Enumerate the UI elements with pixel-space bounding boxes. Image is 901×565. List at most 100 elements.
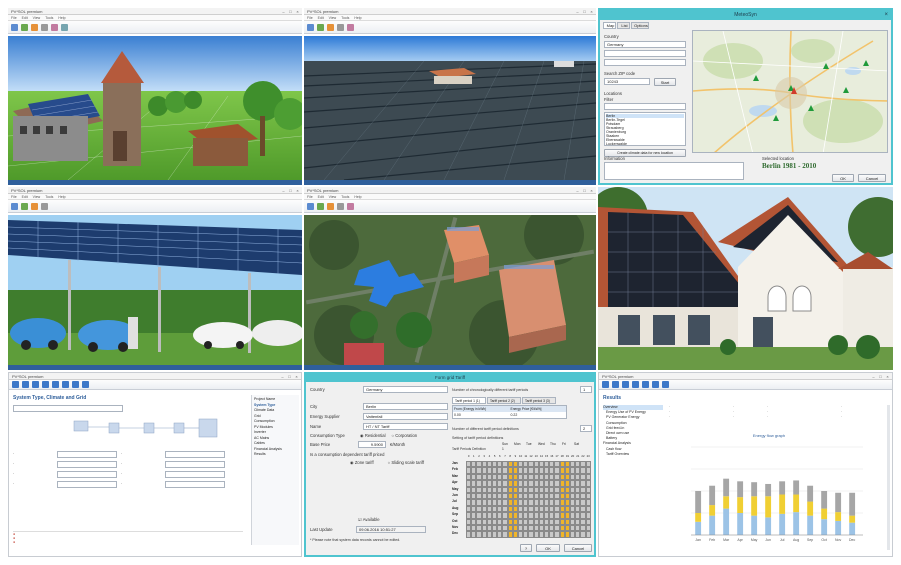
chart-bar bbox=[751, 496, 758, 516]
chart-bar bbox=[765, 483, 772, 497]
tile-system-settings: PV*SOL premium – □ × System Type, Climate a… bbox=[8, 372, 302, 557]
chart-bar bbox=[765, 517, 772, 535]
status-bar bbox=[8, 365, 302, 370]
field[interactable] bbox=[165, 451, 225, 458]
table-cell[interactable]: 0.22 bbox=[510, 412, 567, 418]
results-summary: · · · · · · · · · · · · bbox=[669, 405, 843, 419]
sliding-tariff-radio[interactable]: ○ Sliding scale tariff bbox=[388, 460, 424, 465]
chart-tick-label: Dec bbox=[849, 538, 855, 542]
available-checkbox[interactable]: ☑ Available bbox=[310, 517, 448, 522]
meteosyn-dialog: MeteoSyn × Map List Options Country Germ… bbox=[598, 8, 893, 185]
zip-input[interactable]: 10243 bbox=[604, 78, 650, 85]
3d-viewport[interactable] bbox=[8, 36, 302, 180]
locations-list[interactable]: Berlin Berlin-Tegel Potsdam Strausberg O… bbox=[604, 112, 686, 146]
corporation-radio[interactable]: ○ Corporation bbox=[392, 433, 418, 438]
sliding-tariff-label: Sliding scale tariff bbox=[391, 460, 425, 465]
dialog-titlebar: Form grid Tariff bbox=[306, 374, 594, 382]
different-periods-stepper[interactable]: 2 bbox=[580, 425, 592, 432]
tab-list[interactable]: List bbox=[617, 22, 630, 29]
table-cell[interactable]: 0.00 bbox=[453, 412, 510, 418]
close-button[interactable]: × bbox=[884, 10, 888, 20]
required-note: * Please note that system data records c… bbox=[310, 538, 401, 542]
tariff-grid[interactable]: 0 1 2 3 4 5 6 7 8 9 10 11 12 13 14 15 16 17 18 19 20 21 22 23 J… bbox=[452, 454, 592, 544]
toolbar-ribbon[interactable] bbox=[8, 200, 302, 213]
tab-strip: Map List Options bbox=[600, 20, 891, 29]
message-area: ● ● ● bbox=[13, 531, 243, 553]
system-type-select[interactable] bbox=[13, 405, 123, 412]
field[interactable] bbox=[57, 451, 117, 458]
dialog-titlebar: MeteoSyn × bbox=[600, 10, 891, 20]
tab-map[interactable]: Map bbox=[603, 22, 616, 29]
field[interactable] bbox=[165, 461, 225, 468]
information-label: Information bbox=[604, 156, 625, 161]
field[interactable] bbox=[57, 471, 117, 478]
list-item[interactable]: Luckenwalde bbox=[606, 142, 684, 145]
map-view[interactable] bbox=[692, 30, 888, 153]
toolbar-ribbon[interactable] bbox=[599, 380, 892, 390]
table-row[interactable]: 0.00 0.22 bbox=[453, 412, 566, 418]
toolbar-ribbon[interactable] bbox=[304, 21, 596, 34]
supplier-select[interactable]: Vattenfall bbox=[363, 413, 448, 420]
chart-bar bbox=[751, 515, 758, 535]
sidebar-item[interactable]: Results bbox=[254, 452, 297, 458]
name-input[interactable]: HT / NT Tariff bbox=[363, 423, 448, 430]
tab-tariff-period-1[interactable]: Tariff period 1 (1) bbox=[452, 397, 486, 404]
field[interactable] bbox=[165, 471, 225, 478]
results-scrollbar[interactable] bbox=[887, 405, 890, 550]
toolbar-ribbon[interactable] bbox=[8, 21, 302, 34]
tab-tariff-period-3[interactable]: Tariff period 3 (3) bbox=[522, 397, 556, 404]
energy-chart-svg: Jan Feb Mar Apr May Jun Jul Aug Sep Oct Nov Dec bbox=[691, 446, 863, 542]
field[interactable] bbox=[57, 461, 117, 468]
filter-label: Filter bbox=[604, 97, 614, 102]
ok-button[interactable]: OK bbox=[832, 174, 854, 182]
month-label: Aug bbox=[452, 505, 459, 510]
filter-input[interactable] bbox=[604, 103, 686, 110]
subregion-select[interactable] bbox=[604, 59, 686, 66]
3d-viewport[interactable] bbox=[8, 215, 302, 365]
field[interactable] bbox=[165, 481, 225, 488]
window-titlebar: PV*SOL premium – □ × bbox=[8, 8, 302, 15]
weekday-0: Sun bbox=[502, 442, 508, 446]
toolbar-ribbon[interactable] bbox=[304, 200, 596, 213]
window-titlebar: PV*SOL premium – □ × bbox=[304, 8, 596, 15]
chart-bar bbox=[821, 519, 828, 535]
country-select[interactable]: Germany bbox=[363, 386, 448, 393]
chart-bar bbox=[765, 496, 772, 518]
toolbar-ribbon[interactable] bbox=[9, 380, 301, 390]
base-price-input[interactable]: 9.5900 bbox=[358, 441, 386, 448]
help-button[interactable]: ? bbox=[520, 544, 532, 552]
tree-item[interactable]: Tariff Overview bbox=[603, 452, 663, 457]
city-select[interactable]: Berlin bbox=[363, 403, 448, 410]
tab-options[interactable]: Options bbox=[631, 22, 649, 29]
chart-tick-label: Jan bbox=[695, 538, 701, 542]
field[interactable] bbox=[57, 481, 117, 488]
tariff-cell[interactable] bbox=[585, 531, 591, 538]
3d-viewport[interactable] bbox=[304, 215, 596, 365]
tab-tariff-period-2[interactable]: Tariff period 2 (2) bbox=[487, 397, 521, 404]
month-label: Jun bbox=[452, 493, 458, 497]
consumption-dependent-label: Is a consumption dependent tariff priced bbox=[310, 452, 385, 457]
chart-bar bbox=[695, 513, 702, 522]
residential-radio[interactable]: ◉ Residential bbox=[360, 433, 386, 438]
cancel-button[interactable]: Cancel bbox=[858, 174, 886, 182]
country-select[interactable]: Germany bbox=[604, 41, 686, 48]
chart-bar bbox=[779, 481, 786, 495]
chart-tick-label: Nov bbox=[835, 538, 841, 542]
3d-viewport[interactable] bbox=[304, 36, 596, 180]
start-button[interactable]: Start bbox=[654, 78, 676, 86]
zone-tariff-radio[interactable]: ◉ Zone tariff bbox=[350, 460, 374, 465]
dialog-title: Form grid Tariff bbox=[434, 375, 466, 380]
dialog-title: MeteoSyn bbox=[734, 12, 757, 18]
chart-bar bbox=[835, 512, 842, 521]
tariff-def-label: Tariff Periods Definition bbox=[452, 447, 486, 451]
ok-button[interactable]: OK bbox=[536, 544, 560, 552]
periods-stepper[interactable]: 1 bbox=[580, 386, 592, 393]
cancel-button[interactable]: Cancel bbox=[564, 544, 592, 552]
chart-bar bbox=[849, 492, 856, 516]
chart-bar bbox=[737, 497, 744, 513]
region-select[interactable] bbox=[604, 50, 686, 57]
chart-bar bbox=[779, 494, 786, 514]
tariff-dialog: Form grid Tariff Country Germany City Be… bbox=[304, 372, 596, 557]
chart-bar bbox=[723, 478, 730, 497]
chart-bar bbox=[849, 522, 856, 535]
